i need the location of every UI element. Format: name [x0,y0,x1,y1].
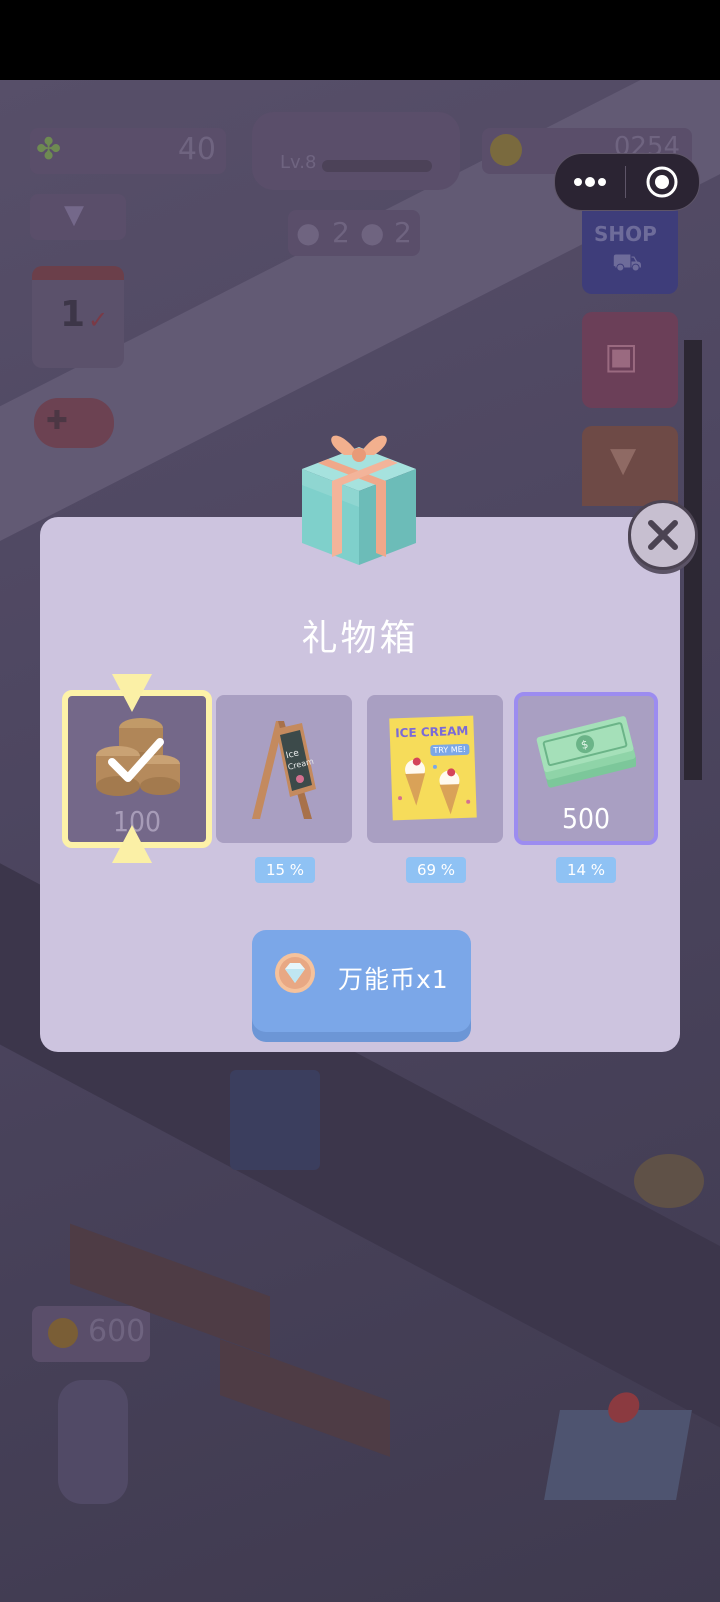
dog-count: 2 [332,216,350,249]
coin-icon [490,134,522,166]
poster: ICE CREAM TRY ME! [389,715,477,821]
close-button[interactable] [628,500,698,570]
reward-percent: 69 % [406,857,466,883]
bench [220,1339,390,1457]
coin-icon [48,1318,78,1348]
close-icon [648,520,678,550]
filter-button[interactable]: ▼ [30,194,126,240]
gift-box-decoration [230,1070,320,1170]
clover-count: 40 [177,132,216,167]
dog-icon: ● [296,216,321,249]
clover-counter[interactable]: ✤ 40 [30,128,226,174]
level-bar[interactable]: Lv.8 [252,112,460,190]
reward-card-ice-cream-poster[interactable]: ICE CREAM TRY ME! [367,695,503,843]
mini-program-capsule [554,153,700,211]
more-button[interactable] [555,154,625,210]
cart-icon: ⛟ [612,248,643,276]
selector-arrow-down-icon [112,674,152,712]
chest-icon: ▣ [604,336,639,377]
shirt-icon: ▼ [610,440,637,480]
ice-cream-cone-icon [398,757,471,815]
chest-button[interactable]: ▣ [582,312,678,408]
check-icon: ✓ [88,306,109,334]
map-icon[interactable]: ● [544,1382,692,1500]
cat-icon: ● [360,216,385,249]
shop-label: SHOP [594,222,657,246]
diamond-coin-icon [275,953,315,993]
level-progress [322,160,432,172]
gift-box-icon [302,435,416,565]
selector-arrow-up-icon [112,825,152,863]
clover-icon: ✤ [36,132,62,167]
gamepad-button[interactable]: ✚ [34,398,114,448]
reward-percent: 15 % [255,857,315,883]
ellipsis-icon [574,177,606,187]
filter-icon: ▼ [64,200,84,230]
cat-count: 2 [394,216,412,249]
shirt-button[interactable]: ▼ [582,426,678,506]
jar-coins: 600 [88,1314,146,1349]
calendar-day: 1 [60,294,86,335]
redeem-label: 万能币x1 [338,965,449,994]
pet-counter: ● 2 ● 2 [288,210,420,256]
shop-button[interactable]: SHOP ⛟ [582,202,678,294]
diamond-sign [634,1154,704,1208]
reward-amount: 500 [561,802,611,835]
jar-coin-counter: 600 [32,1306,150,1362]
target-circle-icon [646,166,678,198]
level-text: Lv.8 [280,152,317,173]
gamepad-icon: ✚ [46,406,68,436]
poster-title: ICE CREAM [394,723,469,741]
pin-icon: ● [602,1382,646,1428]
jar-icon[interactable] [58,1380,128,1504]
reward-card-chalkboard-sign[interactable]: Ice Cream [216,695,352,843]
chalkboard-sign-icon: Ice Cream [252,721,316,819]
status-bar [0,0,720,80]
exit-button[interactable] [626,154,698,210]
check-icon [108,738,164,782]
reward-percent: 14 % [556,857,616,883]
redeem-button[interactable]: 万能币x1 [252,930,471,1032]
cash-stack-icon: $ [536,716,636,788]
calendar-button[interactable]: 1 ✓ [32,266,124,368]
reward-card-cash[interactable]: $ 500 [514,692,658,845]
dialog-title: 礼物箱 [301,618,419,659]
